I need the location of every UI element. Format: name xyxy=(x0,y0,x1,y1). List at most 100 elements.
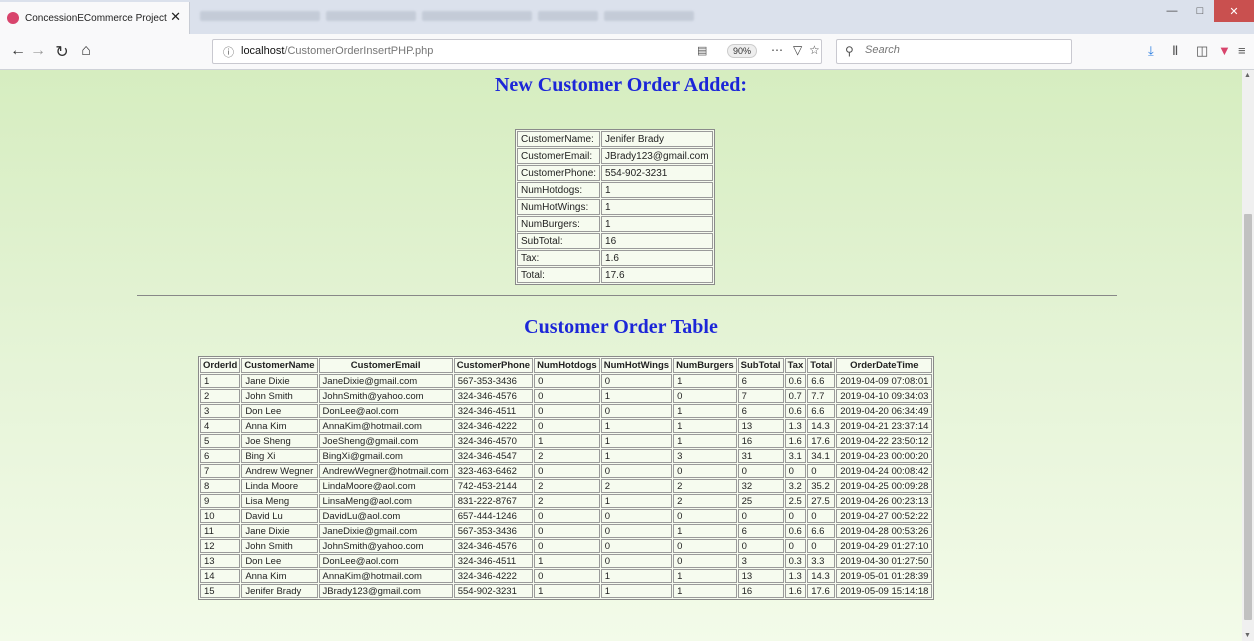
scroll-up-icon[interactable]: ▲ xyxy=(1244,72,1251,79)
details-row: CustomerName: Jenifer Brady xyxy=(517,131,713,147)
table-cell: John Smith xyxy=(241,389,318,403)
table-row: 3 Don Lee DonLee@aol.com 324-346-4511 0 0 1 6 0.… xyxy=(200,404,933,418)
menu-icon[interactable]: ≡ xyxy=(1238,43,1246,58)
details-value: 1 xyxy=(601,199,713,215)
table-cell: 2019-04-27 00:52:22 xyxy=(836,509,933,523)
horizontal-rule xyxy=(137,295,1117,296)
details-value: JBrady123@gmail.com xyxy=(601,148,713,164)
back-icon[interactable]: ← xyxy=(8,42,28,60)
table-cell: 1 xyxy=(600,494,673,508)
table-cell: 0 xyxy=(534,569,600,583)
zoom-level-badge[interactable]: 90% xyxy=(727,44,758,58)
table-cell: Joe Sheng xyxy=(241,434,318,448)
table-cell: Jenifer Brady xyxy=(241,584,318,598)
table-cell: 2019-04-23 00:00:20 xyxy=(836,449,933,463)
table-cell: 1 xyxy=(673,569,737,583)
table-cell: 2019-05-09 15:14:18 xyxy=(836,584,933,598)
table-cell: 324-346-4576 xyxy=(453,539,534,553)
reload-icon[interactable]: ↻ xyxy=(52,42,72,62)
table-cell: John Smith xyxy=(241,539,318,553)
table-cell: 8 xyxy=(200,479,241,493)
table-cell: 6 xyxy=(737,524,784,538)
table-cell: 0 xyxy=(737,464,784,478)
scrollbar-thumb[interactable] xyxy=(1244,214,1252,620)
favicon-icon xyxy=(7,12,19,24)
table-cell: 2019-04-09 07:08:01 xyxy=(836,374,933,388)
table-cell: 1 xyxy=(600,449,673,463)
table-cell: 2 xyxy=(200,389,241,403)
home-icon[interactable]: ⌂ xyxy=(76,42,96,60)
table-cell: 554-902-3231 xyxy=(453,584,534,598)
scroll-down-icon[interactable]: ▼ xyxy=(1244,632,1251,639)
search-input[interactable] xyxy=(863,43,1057,57)
table-cell: 1 xyxy=(600,389,673,403)
minimize-icon[interactable]: — xyxy=(1158,0,1186,22)
table-cell: 1 xyxy=(673,404,737,418)
table-cell: 1 xyxy=(600,584,673,598)
table-cell: 0 xyxy=(534,419,600,433)
table-cell: 324-346-4511 xyxy=(453,554,534,568)
table-row: 2 John Smith JohnSmith@yahoo.com 324-346-45… xyxy=(200,389,933,403)
table-cell: 3 xyxy=(673,449,737,463)
download-icon[interactable]: ⤓ xyxy=(1148,43,1154,59)
table-cell: 13 xyxy=(737,569,784,583)
details-row: Tax: 1.6 xyxy=(517,250,713,266)
table-cell: 17.6 xyxy=(807,434,836,448)
vertical-scrollbar[interactable]: ▲ ▼ xyxy=(1242,70,1254,641)
table-cell: 0.6 xyxy=(784,374,807,388)
browser-tab[interactable]: ConcessionECommerce Project ✕ xyxy=(0,2,190,34)
forward-icon[interactable]: → xyxy=(28,42,48,60)
search-icon: ⚲ xyxy=(845,44,854,58)
table-cell: 6 xyxy=(200,449,241,463)
table-cell: 324-346-4576 xyxy=(453,389,534,403)
table-cell: 0 xyxy=(807,464,836,478)
table-cell: 1 xyxy=(673,419,737,433)
table-cell: 0 xyxy=(534,389,600,403)
sidebar-icon[interactable]: ◫ xyxy=(1196,43,1208,59)
table-row: 13 Don Lee DonLee@aol.com 324-346-4511 1 0 0 3 0… xyxy=(200,554,933,568)
table-cell: 2.5 xyxy=(784,494,807,508)
details-value: 1.6 xyxy=(601,250,713,266)
table-cell: 0 xyxy=(673,509,737,523)
order-table-heading: Customer Order Table xyxy=(524,316,718,338)
details-value: 554-902-3231 xyxy=(601,165,713,181)
page-actions-icon[interactable]: ⋯ xyxy=(771,43,783,57)
details-row: CustomerPhone: 554-902-3231 xyxy=(517,165,713,181)
column-header: SubTotal xyxy=(737,358,784,373)
pocket-icon[interactable]: ▽ xyxy=(793,43,802,57)
pocket-toolbar-icon[interactable]: ▼ xyxy=(1218,43,1231,58)
table-cell: BingXi@gmail.com xyxy=(318,449,453,463)
search-box[interactable]: ⚲ xyxy=(836,39,1072,64)
table-cell: 324-346-4511 xyxy=(453,404,534,418)
table-cell: 1 xyxy=(600,434,673,448)
reader-view-icon[interactable]: ▤ xyxy=(697,44,707,57)
address-bar[interactable]: ⓘ localhost/CustomerOrderInsertPHP.php ▤… xyxy=(212,39,822,64)
table-cell: 0 xyxy=(534,464,600,478)
table-cell: Jane Dixie xyxy=(241,524,318,538)
table-cell: 3 xyxy=(200,404,241,418)
window-close-icon[interactable]: ✕ xyxy=(1214,0,1254,22)
table-cell: 657-444-1246 xyxy=(453,509,534,523)
table-cell: 323-463-6462 xyxy=(453,464,534,478)
bookmark-star-icon[interactable]: ☆ xyxy=(809,43,820,57)
library-icon[interactable]: Ⅱ xyxy=(1172,43,1178,59)
table-cell: 13 xyxy=(200,554,241,568)
tab-close-icon[interactable]: ✕ xyxy=(170,9,181,25)
table-cell: 1 xyxy=(600,569,673,583)
table-cell: 742-453-2144 xyxy=(453,479,534,493)
table-cell: 11 xyxy=(200,524,241,538)
details-row: CustomerEmail: JBrady123@gmail.com xyxy=(517,148,713,164)
table-cell: 1 xyxy=(673,524,737,538)
table-cell: 1 xyxy=(600,419,673,433)
table-cell: 0 xyxy=(534,524,600,538)
table-cell: 2019-04-25 00:09:28 xyxy=(836,479,933,493)
table-row: 11 Jane Dixie JaneDixie@gmail.com 567-353-3… xyxy=(200,524,933,538)
table-cell: 5 xyxy=(200,434,241,448)
url-path: /CustomerOrderInsertPHP.php xyxy=(284,45,434,57)
table-cell: 3.1 xyxy=(784,449,807,463)
maximize-icon[interactable]: □ xyxy=(1186,0,1214,22)
table-cell: 12 xyxy=(200,539,241,553)
table-cell: JohnSmith@yahoo.com xyxy=(318,539,453,553)
table-cell: 7 xyxy=(737,389,784,403)
site-info-icon[interactable]: ⓘ xyxy=(223,44,234,60)
